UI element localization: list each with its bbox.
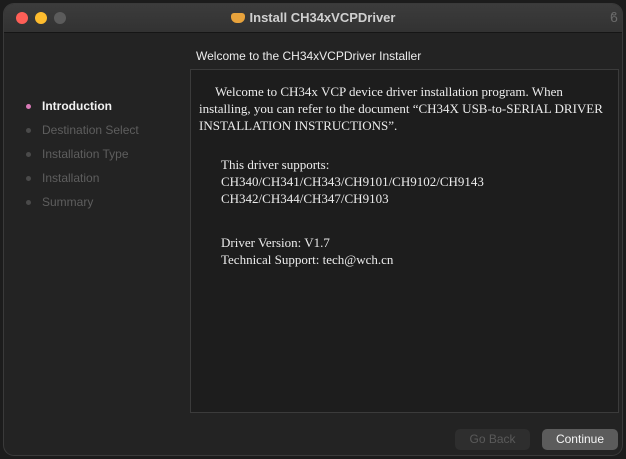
intro-paragraph: Welcome to CH34x VCP device driver insta… (199, 84, 603, 133)
step-dot-icon (26, 200, 31, 205)
sidebar-item-label: Destination Select (42, 123, 139, 137)
driver-version: Driver Version: V1.7 (221, 235, 330, 250)
lock-icon: ϐ (609, 9, 618, 25)
sidebar-item-destination-select: Destination Select (24, 118, 184, 142)
sidebar-item-installation-type: Installation Type (24, 142, 184, 166)
supports-line-1: CH340/CH341/CH343/CH9101/CH9102/CH9143 (221, 174, 484, 189)
welcome-text-panel[interactable]: Welcome to CH34x VCP device driver insta… (190, 69, 619, 413)
technical-support: Technical Support: tech@wch.cn (221, 252, 394, 267)
go-back-button[interactable]: Go Back (455, 429, 530, 450)
version-info: Driver Version: V1.7 Technical Support: … (221, 234, 393, 268)
supports-line-2: CH342/CH344/CH347/CH9103 (221, 191, 389, 206)
sidebar-item-installation: Installation (24, 166, 184, 190)
title-bar[interactable]: Install CH34xVCPDriver ϐ (4, 4, 622, 33)
installer-window: Install CH34xVCPDriver ϐ Welcome to the … (4, 4, 622, 455)
sidebar-item-label: Installation Type (42, 147, 129, 161)
supported-chips: This driver supports: CH340/CH341/CH343/… (221, 156, 484, 207)
step-dot-icon (26, 104, 31, 109)
step-dot-icon (26, 176, 31, 181)
supports-heading: This driver supports: (221, 157, 330, 172)
step-dot-icon (26, 128, 31, 133)
steps-sidebar: Introduction Destination Select Installa… (24, 94, 184, 214)
sidebar-item-label: Summary (42, 195, 94, 209)
window-title: Install CH34xVCPDriver (4, 10, 622, 25)
continue-button[interactable]: Continue (542, 429, 618, 450)
sidebar-item-summary: Summary (24, 190, 184, 214)
step-dot-icon (26, 152, 31, 157)
window-title-text: Install CH34xVCPDriver (249, 10, 396, 25)
page-title: Welcome to the CH34xVCPDriver Installer (196, 49, 422, 63)
sidebar-item-label: Installation (42, 171, 100, 185)
sidebar-item-introduction: Introduction (24, 94, 184, 118)
package-icon (230, 13, 245, 23)
sidebar-item-label: Introduction (42, 99, 112, 113)
